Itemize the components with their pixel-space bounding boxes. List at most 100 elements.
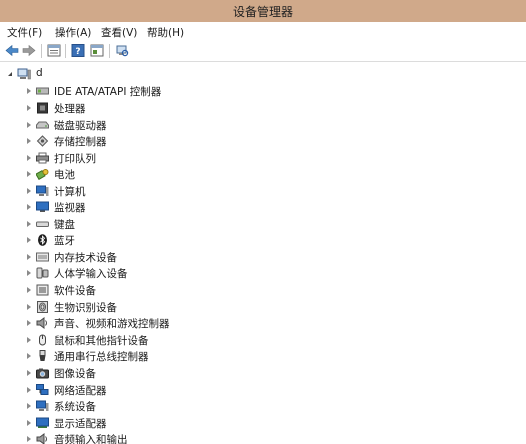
menu-bar: 文件(F) 操作(A) 查看(V) 帮助(H) bbox=[0, 22, 526, 41]
tree-item-label: 软件设备 bbox=[54, 285, 96, 297]
mouse-icon bbox=[36, 334, 48, 346]
tree-item-processor[interactable]: 处理器 bbox=[0, 100, 250, 116]
expand-arrow-icon[interactable] bbox=[27, 188, 31, 194]
tree-item-label: 生物识别设备 bbox=[54, 302, 117, 314]
expand-arrow-icon[interactable] bbox=[27, 88, 31, 94]
printer-icon bbox=[36, 152, 49, 164]
tree-item-disk-drive[interactable]: 磁盘驱动器 bbox=[0, 117, 250, 133]
tree-item-print-queue[interactable]: 打印队列 bbox=[0, 150, 250, 166]
toolbar-separator bbox=[65, 44, 66, 58]
tree-item-software-device[interactable]: 软件设备 bbox=[0, 282, 250, 298]
svg-text:?: ? bbox=[75, 47, 80, 57]
speaker-icon bbox=[36, 317, 48, 329]
back-arrow-icon[interactable] bbox=[5, 44, 19, 57]
tree-item-label: 人体学输入设备 bbox=[54, 268, 128, 280]
tree-item-label: 通用串行总线控制器 bbox=[54, 351, 149, 363]
update-driver-icon[interactable] bbox=[90, 44, 104, 57]
tree-item-label: 显示适配器 bbox=[54, 418, 107, 430]
tree-item-label: 声音、视频和游戏控制器 bbox=[54, 318, 170, 330]
tree-item-label: 鼠标和其他指针设备 bbox=[54, 335, 149, 347]
toolbar-separator bbox=[109, 44, 110, 58]
tree-item-hid[interactable]: 人体学输入设备 bbox=[0, 265, 250, 281]
tree-item-monitor[interactable]: 监视器 bbox=[0, 199, 250, 215]
tree-item-battery[interactable]: 电池 bbox=[0, 166, 250, 182]
system-device-icon bbox=[36, 400, 49, 412]
tree-item-label: 系统设备 bbox=[54, 401, 96, 413]
help-icon[interactable]: ? bbox=[71, 44, 85, 57]
tree-item-memory-device[interactable]: 内存技术设备 bbox=[0, 249, 250, 265]
title-bar[interactable]: 设备管理器 bbox=[0, 0, 526, 22]
expand-arrow-icon[interactable] bbox=[27, 436, 31, 442]
expand-arrow-icon[interactable] bbox=[27, 337, 31, 343]
tree-item-label: 电池 bbox=[54, 169, 75, 181]
monitor-icon bbox=[36, 201, 49, 213]
tree-item-label: 网络适配器 bbox=[54, 385, 107, 397]
tree-item-biometric[interactable]: 生物识别设备 bbox=[0, 299, 250, 315]
tree-item-label: 蓝牙 bbox=[54, 235, 75, 247]
expand-arrow-icon[interactable] bbox=[27, 138, 31, 144]
expand-arrow-icon[interactable] bbox=[27, 270, 31, 276]
tree-item-ide-controller[interactable]: IDE ATA/ATAPI 控制器 bbox=[0, 83, 250, 99]
tree-item-usb-controller[interactable]: 通用串行总线控制器 bbox=[0, 348, 250, 364]
expand-arrow-icon[interactable] bbox=[27, 122, 31, 128]
tree-item-audio-io[interactable]: 音频输入和输出 bbox=[0, 431, 250, 444]
computer-icon bbox=[36, 185, 49, 197]
ide-controller-icon bbox=[36, 85, 49, 97]
properties-icon[interactable] bbox=[47, 44, 61, 57]
expand-arrow-icon[interactable] bbox=[27, 155, 31, 161]
tree-item-mouse[interactable]: 鼠标和其他指针设备 bbox=[0, 332, 250, 348]
expand-arrow-icon[interactable] bbox=[27, 387, 31, 393]
expand-arrow-icon[interactable] bbox=[27, 304, 31, 310]
device-manager-window: 设备管理器 文件(F) 操作(A) 查看(V) 帮助(H) ? d IDE AT… bbox=[0, 0, 526, 444]
tree-item-label: 音频输入和输出 bbox=[54, 434, 128, 444]
expand-arrow-icon[interactable] bbox=[27, 105, 31, 111]
usb-icon bbox=[36, 350, 48, 362]
expand-arrow-icon[interactable] bbox=[27, 254, 31, 260]
tree-item-storage-controller[interactable]: 存储控制器 bbox=[0, 133, 250, 149]
tree-item-label: 处理器 bbox=[54, 103, 86, 115]
processor-icon bbox=[36, 102, 48, 114]
expand-arrow-icon[interactable] bbox=[27, 287, 31, 293]
menu-file[interactable]: 文件(F) bbox=[7, 25, 42, 40]
tree-item-label: 存储控制器 bbox=[54, 136, 107, 148]
expand-arrow-icon[interactable] bbox=[27, 221, 31, 227]
keyboard-icon bbox=[36, 218, 49, 230]
bluetooth-icon bbox=[36, 234, 48, 246]
tree-item-imaging-device[interactable]: 图像设备 bbox=[0, 365, 250, 381]
expand-arrow-icon[interactable] bbox=[27, 204, 31, 210]
expand-arrow-icon[interactable] bbox=[8, 72, 12, 76]
expand-arrow-icon[interactable] bbox=[27, 171, 31, 177]
tree-item-display-adapter[interactable]: 显示适配器 bbox=[0, 415, 250, 431]
tree-item-bluetooth[interactable]: 蓝牙 bbox=[0, 232, 250, 248]
expand-arrow-icon[interactable] bbox=[27, 353, 31, 359]
network-adapter-icon bbox=[36, 384, 49, 396]
software-device-icon bbox=[36, 284, 49, 296]
tree-item-sound-video-game[interactable]: 声音、视频和游戏控制器 bbox=[0, 315, 250, 331]
tree-item-system-device[interactable]: 系统设备 bbox=[0, 398, 250, 414]
menu-help[interactable]: 帮助(H) bbox=[147, 25, 184, 40]
expand-arrow-icon[interactable] bbox=[27, 320, 31, 326]
toolbar-separator bbox=[41, 44, 42, 58]
tree-item-label: 打印队列 bbox=[54, 153, 96, 165]
storage-controller-icon bbox=[36, 135, 49, 147]
tree-item-computer[interactable]: 计算机 bbox=[0, 183, 250, 199]
tree-item-label: IDE ATA/ATAPI 控制器 bbox=[54, 86, 162, 98]
forward-arrow-icon[interactable] bbox=[22, 44, 36, 57]
computer-root-icon bbox=[17, 68, 31, 80]
menu-action[interactable]: 操作(A) bbox=[55, 25, 91, 40]
expand-arrow-icon[interactable] bbox=[27, 403, 31, 409]
battery-icon bbox=[35, 168, 49, 181]
tree-item-keyboard[interactable]: 键盘 bbox=[0, 216, 250, 232]
scan-hardware-icon[interactable] bbox=[115, 44, 129, 57]
tree-item-network-adapter[interactable]: 网络适配器 bbox=[0, 382, 250, 398]
tree-item-label: 计算机 bbox=[54, 186, 86, 198]
expand-arrow-icon[interactable] bbox=[27, 420, 31, 426]
window-title: 设备管理器 bbox=[232, 5, 293, 19]
menu-view[interactable]: 查看(V) bbox=[101, 25, 137, 40]
tree-root-label: d bbox=[36, 67, 43, 79]
expand-arrow-icon[interactable] bbox=[27, 237, 31, 243]
tree-root-node[interactable]: d bbox=[0, 66, 120, 82]
tree-item-label: 键盘 bbox=[54, 219, 75, 231]
expand-arrow-icon[interactable] bbox=[27, 370, 31, 376]
toolbar: ? bbox=[0, 41, 526, 62]
